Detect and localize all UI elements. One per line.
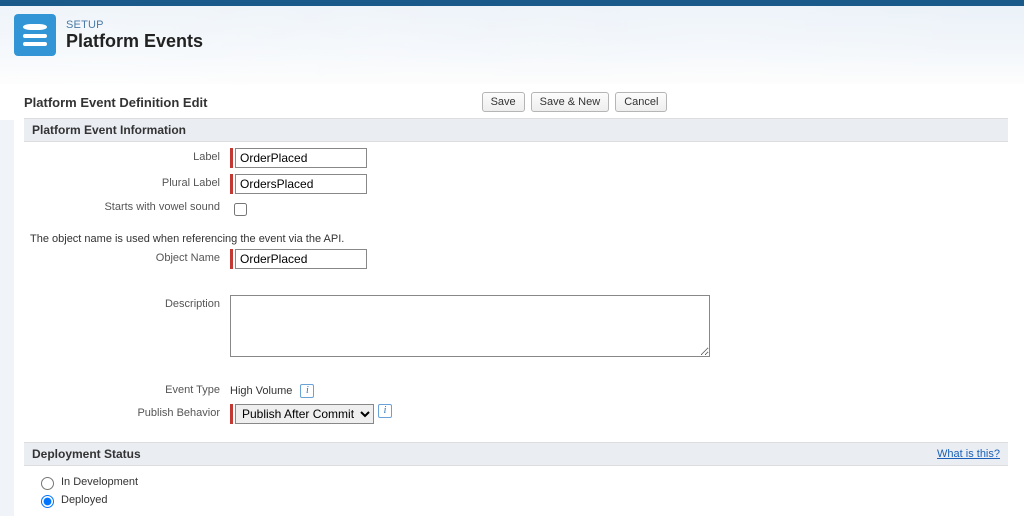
vowel-label: Starts with vowel sound xyxy=(24,200,230,213)
plural-label-label: Plural Label xyxy=(24,174,230,189)
platform-events-icon xyxy=(14,14,56,56)
vowel-checkbox[interactable] xyxy=(234,203,247,216)
required-indicator xyxy=(230,174,233,194)
object-name-helper: The object name is used when referencing… xyxy=(30,233,1008,245)
required-indicator xyxy=(230,148,233,168)
description-label: Description xyxy=(24,295,230,310)
top-button-group: Save Save & New Cancel xyxy=(482,92,671,112)
info-icon[interactable]: i xyxy=(300,384,314,398)
what-is-this-link[interactable]: What is this? xyxy=(937,448,1000,460)
deployed-radio[interactable] xyxy=(41,495,54,508)
object-name-input[interactable] xyxy=(235,249,367,269)
publish-behavior-label: Publish Behavior xyxy=(24,404,230,419)
required-indicator xyxy=(230,404,233,424)
deploy-option-in-development[interactable]: In Development xyxy=(36,474,1008,490)
object-name-label: Object Name xyxy=(24,249,230,264)
in-development-label: In Development xyxy=(61,476,138,488)
label-input[interactable] xyxy=(235,148,367,168)
save-and-new-button[interactable]: Save & New xyxy=(531,92,610,112)
deploy-option-deployed[interactable]: Deployed xyxy=(36,492,1008,508)
description-textarea[interactable] xyxy=(230,295,710,357)
required-indicator xyxy=(230,249,233,269)
section-deployment-status: Deployment Status What is this? xyxy=(24,442,1008,466)
setup-breadcrumb: SETUP xyxy=(66,19,203,31)
plural-label-input[interactable] xyxy=(235,174,367,194)
publish-behavior-select[interactable]: Publish After Commit xyxy=(235,404,374,424)
in-development-radio[interactable] xyxy=(41,477,54,490)
event-type-value: High Volume xyxy=(230,385,292,397)
save-button[interactable]: Save xyxy=(482,92,525,112)
section-title: Platform Event Information xyxy=(32,123,186,137)
label-label: Label xyxy=(24,148,230,163)
deployed-label: Deployed xyxy=(61,494,107,506)
left-gutter xyxy=(0,120,14,516)
section-platform-event-info: Platform Event Information xyxy=(24,118,1008,142)
cancel-button[interactable]: Cancel xyxy=(615,92,667,112)
edit-heading: Platform Event Definition Edit xyxy=(24,95,362,110)
section-title: Deployment Status xyxy=(32,447,141,461)
info-icon[interactable]: i xyxy=(378,404,392,418)
page-title: Platform Events xyxy=(66,31,203,52)
page-header: SETUP Platform Events xyxy=(0,6,1024,84)
event-type-label: Event Type xyxy=(24,381,230,396)
